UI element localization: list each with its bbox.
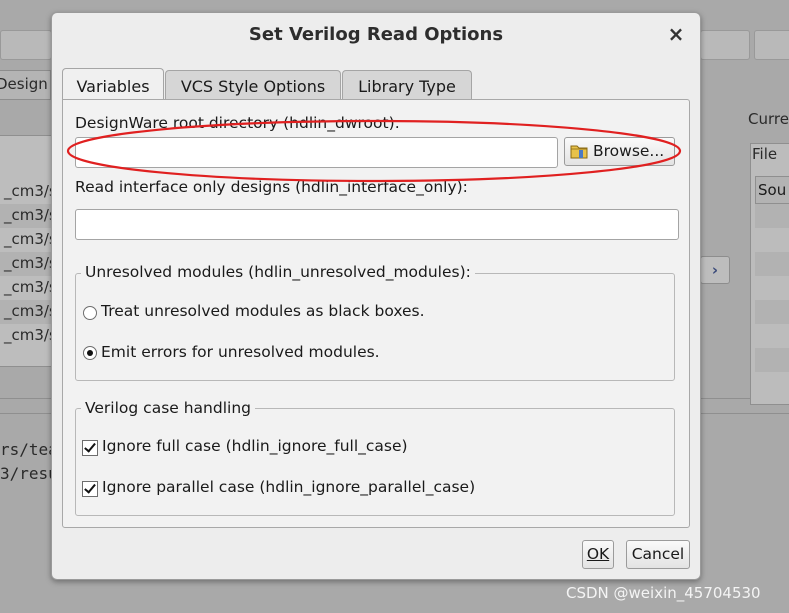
background-right-label: Curre <box>748 110 789 128</box>
chevron-right-icon: › <box>700 256 730 284</box>
background-console: rs/tea 3/resu <box>0 440 58 488</box>
tab-vcs-style-options[interactable]: VCS Style Options <box>165 70 341 99</box>
designware-root-input[interactable] <box>75 137 558 168</box>
browse-button-label: Browse... <box>593 142 665 160</box>
list-item: _cm3/s <box>4 182 57 200</box>
unresolved-modules-title: Unresolved modules (hdlin_unresolved_mod… <box>81 263 475 281</box>
background-splitter <box>0 398 52 414</box>
ignore-parallel-case-label[interactable]: Ignore parallel case (hdlin_ignore_paral… <box>102 478 475 496</box>
black-boxes-label[interactable]: Treat unresolved modules as black boxes. <box>101 302 425 320</box>
cancel-button-label: Cancel <box>631 545 685 563</box>
list-item: _cm3/s <box>4 278 57 296</box>
list-item: _cm3/s <box>4 326 57 344</box>
console-line: 3/resu <box>0 464 58 483</box>
unresolved-modules-group <box>75 273 675 381</box>
browse-button[interactable]: Browse... <box>564 137 675 166</box>
interface-only-input[interactable] <box>75 209 679 240</box>
watermark: CSDN @weixin_45704530 <box>566 584 761 602</box>
case-handling-group <box>75 408 675 516</box>
designware-root-label: DesignWare root directory (hdlin_dwroot)… <box>75 114 400 132</box>
console-line: rs/tea <box>0 440 58 459</box>
tab-label: Variables <box>76 77 150 96</box>
emit-errors-radio[interactable] <box>83 346 97 360</box>
background-design-list: _cm3/s _cm3/s _cm3/s _cm3/s _cm3/s _cm3/… <box>0 135 57 367</box>
ignore-parallel-case-checkbox[interactable] <box>82 481 98 497</box>
ignore-full-case-label[interactable]: Ignore full case (hdlin_ignore_full_case… <box>102 437 408 455</box>
folder-icon <box>570 145 588 159</box>
dialog-titlebar[interactable]: Set Verilog Read Options × <box>52 13 700 59</box>
ok-button[interactable]: OK <box>582 540 614 569</box>
background-right-list <box>755 204 789 394</box>
black-boxes-radio[interactable] <box>83 306 97 320</box>
list-item: _cm3/s <box>0 300 57 324</box>
cancel-button[interactable]: Cancel <box>626 540 690 569</box>
emit-errors-label[interactable]: Emit errors for unresolved modules. <box>101 343 380 361</box>
close-icon[interactable]: × <box>666 24 686 44</box>
background-toolbar-button <box>754 30 789 60</box>
list-item: _cm3/s <box>0 252 57 276</box>
tab-label: VCS Style Options <box>180 77 326 96</box>
background-source-column-header: Sou <box>755 176 789 204</box>
background-design-tab-label: Design <box>0 75 48 93</box>
background-toolbar-button <box>700 30 750 60</box>
background-file-tab: File <box>752 145 778 163</box>
tab-label: Library Type <box>358 77 456 96</box>
tab-library-type[interactable]: Library Type <box>342 70 472 99</box>
background-design-tab: Design <box>0 70 51 100</box>
interface-only-label: Read interface only designs (hdlin_inter… <box>75 178 468 196</box>
dialog-title: Set Verilog Read Options <box>248 24 504 45</box>
list-item: _cm3/s <box>0 204 57 228</box>
background-toolbar-button <box>0 30 52 60</box>
ok-button-label: OK <box>586 545 610 563</box>
list-item: _cm3/s <box>4 230 57 248</box>
verilog-read-options-dialog: Set Verilog Read Options × Variables VCS… <box>51 12 701 580</box>
ignore-full-case-checkbox[interactable] <box>82 440 98 456</box>
tab-variables[interactable]: Variables <box>62 68 164 99</box>
case-handling-title: Verilog case handling <box>81 399 255 417</box>
